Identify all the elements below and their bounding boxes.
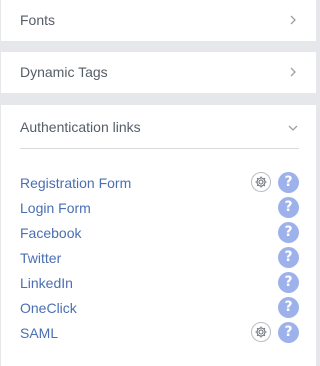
chevron-down-icon	[287, 122, 299, 134]
auth-link[interactable]: Twitter	[20, 249, 61, 267]
auth-link-row: Facebook?	[1, 222, 316, 244]
chevron-right-icon	[287, 14, 299, 26]
auth-link-row: OneClick?	[1, 297, 316, 319]
gear-icon[interactable]	[251, 172, 271, 192]
help-icon[interactable]: ?	[278, 172, 299, 193]
auth-link[interactable]: Login Form	[20, 199, 91, 217]
auth-link[interactable]: Facebook	[20, 224, 81, 242]
section-dynamic-tags: Dynamic Tags	[1, 52, 316, 93]
section-fonts: Fonts	[1, 0, 316, 41]
auth-link[interactable]: OneClick	[20, 299, 77, 317]
section-fonts-header[interactable]: Fonts	[1, 0, 316, 40]
section-dynamic-tags-header[interactable]: Dynamic Tags	[1, 52, 316, 92]
section-divider	[20, 148, 299, 149]
auth-link-row: SAML?	[1, 322, 316, 344]
gear-icon[interactable]	[251, 322, 271, 342]
help-icon[interactable]: ?	[278, 197, 299, 218]
help-icon[interactable]: ?	[278, 247, 299, 268]
help-icon[interactable]: ?	[278, 272, 299, 293]
auth-link-row: Twitter?	[1, 247, 316, 269]
section-authentication-links-title: Authentication links	[20, 119, 141, 135]
section-authentication-links-header[interactable]: Authentication links	[1, 105, 316, 149]
auth-link-row: Login Form?	[1, 197, 316, 219]
auth-link-row: LinkedIn?	[1, 272, 316, 294]
section-authentication-links: Authentication links Registration Form? L…	[1, 105, 316, 366]
section-dynamic-tags-title: Dynamic Tags	[20, 64, 108, 80]
auth-link[interactable]: Registration Form	[20, 174, 131, 192]
settings-panel: Fonts Dynamic Tags Authentication links …	[0, 0, 317, 366]
section-fonts-title: Fonts	[20, 12, 56, 28]
help-icon[interactable]: ?	[278, 322, 299, 343]
chevron-right-icon	[287, 66, 299, 78]
auth-link[interactable]: LinkedIn	[20, 274, 73, 292]
auth-link[interactable]: SAML	[20, 324, 58, 342]
help-icon[interactable]: ?	[278, 297, 299, 318]
help-icon[interactable]: ?	[278, 222, 299, 243]
auth-link-row: Registration Form?	[1, 172, 316, 194]
